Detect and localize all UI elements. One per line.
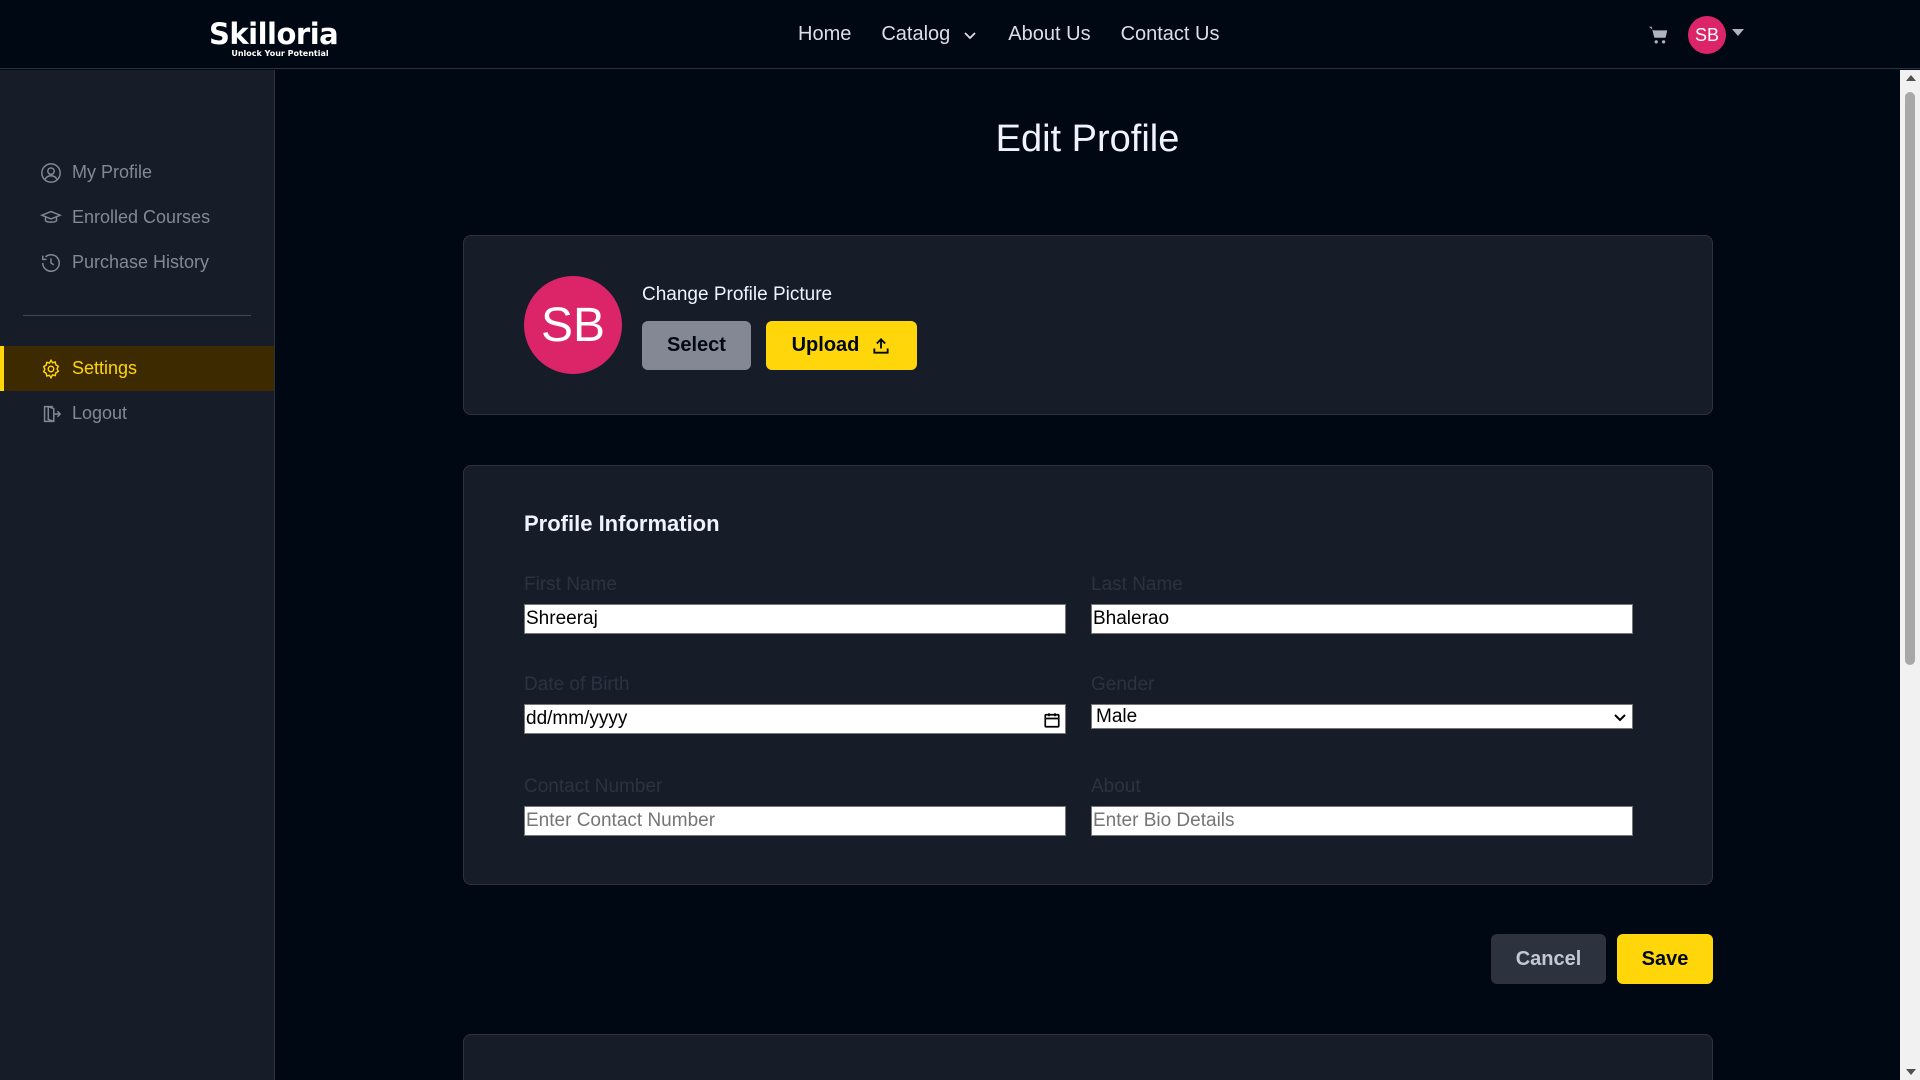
sidebar-item-label: Enrolled Courses [72, 207, 211, 227]
contact-group: Contact Number Enter Contact Number [524, 776, 1066, 836]
graduation-cap-icon [40, 207, 62, 229]
nav-contact-link[interactable]: Contact Us [1121, 23, 1220, 46]
sidebar-item-label: Logout [72, 403, 128, 423]
profile-information-card: Profile Information First Name Shreeraj … [463, 465, 1713, 885]
main-nav: Home Catalog About Us Contact Us [798, 0, 1220, 69]
brand-name: Skilloria [209, 17, 339, 51]
last-name-input[interactable]: Bhalerao [1091, 604, 1633, 634]
first-name-input[interactable]: Shreeraj [524, 604, 1066, 634]
brand-logo[interactable]: Skilloria Unlock Your Potential [209, 18, 345, 62]
select-button[interactable]: Select [642, 321, 751, 370]
change-picture-label: Change Profile Picture [642, 284, 833, 305]
sidebar-item-label: Settings [72, 358, 138, 378]
gear-icon [40, 358, 62, 380]
last-name-label: Last Name [1091, 574, 1183, 595]
section-title: Profile Information [524, 511, 720, 536]
gender-value: Male [1096, 705, 1138, 727]
top-navbar: Skilloria Unlock Your Potential Home Cat… [0, 0, 1920, 69]
sidebar: My Profile Enrolled Courses Purchase His… [0, 70, 275, 1080]
history-icon [40, 252, 62, 274]
dob-value: dd/mm/yyyy [526, 708, 628, 729]
sidebar-item-settings[interactable]: Settings [0, 346, 274, 391]
save-button[interactable]: Save [1617, 934, 1713, 984]
next-section-card [463, 1034, 1713, 1080]
first-name-label: First Name [524, 574, 617, 595]
sidebar-item-logout[interactable]: Logout [0, 391, 274, 436]
nav-about-link[interactable]: About Us [1008, 23, 1090, 46]
upload-icon [871, 336, 891, 356]
upload-label: Upload [791, 334, 860, 356]
cancel-button[interactable]: Cancel [1491, 934, 1606, 984]
chevron-down-icon [962, 27, 978, 43]
gender-select[interactable]: Male [1091, 704, 1633, 729]
gender-label: Gender [1091, 674, 1155, 695]
sidebar-item-label: My Profile [72, 162, 153, 182]
caret-down-icon[interactable] [1732, 29, 1744, 36]
first-name-group: First Name Shreeraj [524, 574, 1066, 634]
gender-group: Gender Male [1091, 674, 1633, 729]
chevron-down-icon [1614, 713, 1626, 723]
about-label: About [1091, 776, 1141, 797]
profile-picture-card: SB Change Profile Picture Select Upload [463, 235, 1713, 415]
nav-home-link[interactable]: Home [798, 23, 851, 46]
about-group: About Enter Bio Details [1091, 776, 1633, 836]
cart-icon[interactable] [1648, 24, 1670, 46]
contact-label: Contact Number [524, 776, 663, 797]
sidebar-item-label: Purchase History [72, 252, 210, 272]
dob-label: Date of Birth [524, 674, 630, 695]
page-scrollbar[interactable] [1900, 70, 1920, 1080]
scroll-up-arrow[interactable] [1906, 75, 1916, 81]
page-title: Edit Profile [995, 118, 1180, 160]
sidebar-item-my-profile[interactable]: My Profile [0, 150, 274, 195]
sidebar-item-enrolled-courses[interactable]: Enrolled Courses [0, 195, 274, 240]
sidebar-item-purchase-history[interactable]: Purchase History [0, 240, 274, 285]
scroll-thumb[interactable] [1905, 92, 1915, 665]
last-name-group: Last Name Bhalerao [1091, 574, 1633, 634]
contact-number-input[interactable]: Enter Contact Number [524, 806, 1066, 836]
profile-avatar: SB [524, 276, 622, 374]
nav-catalog-label: Catalog [881, 23, 951, 45]
about-input[interactable]: Enter Bio Details [1091, 806, 1633, 836]
sidebar-divider [23, 315, 251, 316]
dob-input[interactable]: dd/mm/yyyy [524, 704, 1066, 734]
upload-button[interactable]: Upload [766, 321, 917, 370]
nav-catalog-link[interactable]: Catalog [881, 23, 978, 46]
user-circle-icon [40, 162, 62, 184]
logout-icon [40, 403, 62, 425]
calendar-icon[interactable] [1043, 711, 1061, 729]
user-avatar[interactable]: SB [1688, 16, 1726, 54]
scroll-down-arrow[interactable] [1906, 1069, 1916, 1075]
dob-group: Date of Birth dd/mm/yyyy [524, 674, 1066, 734]
